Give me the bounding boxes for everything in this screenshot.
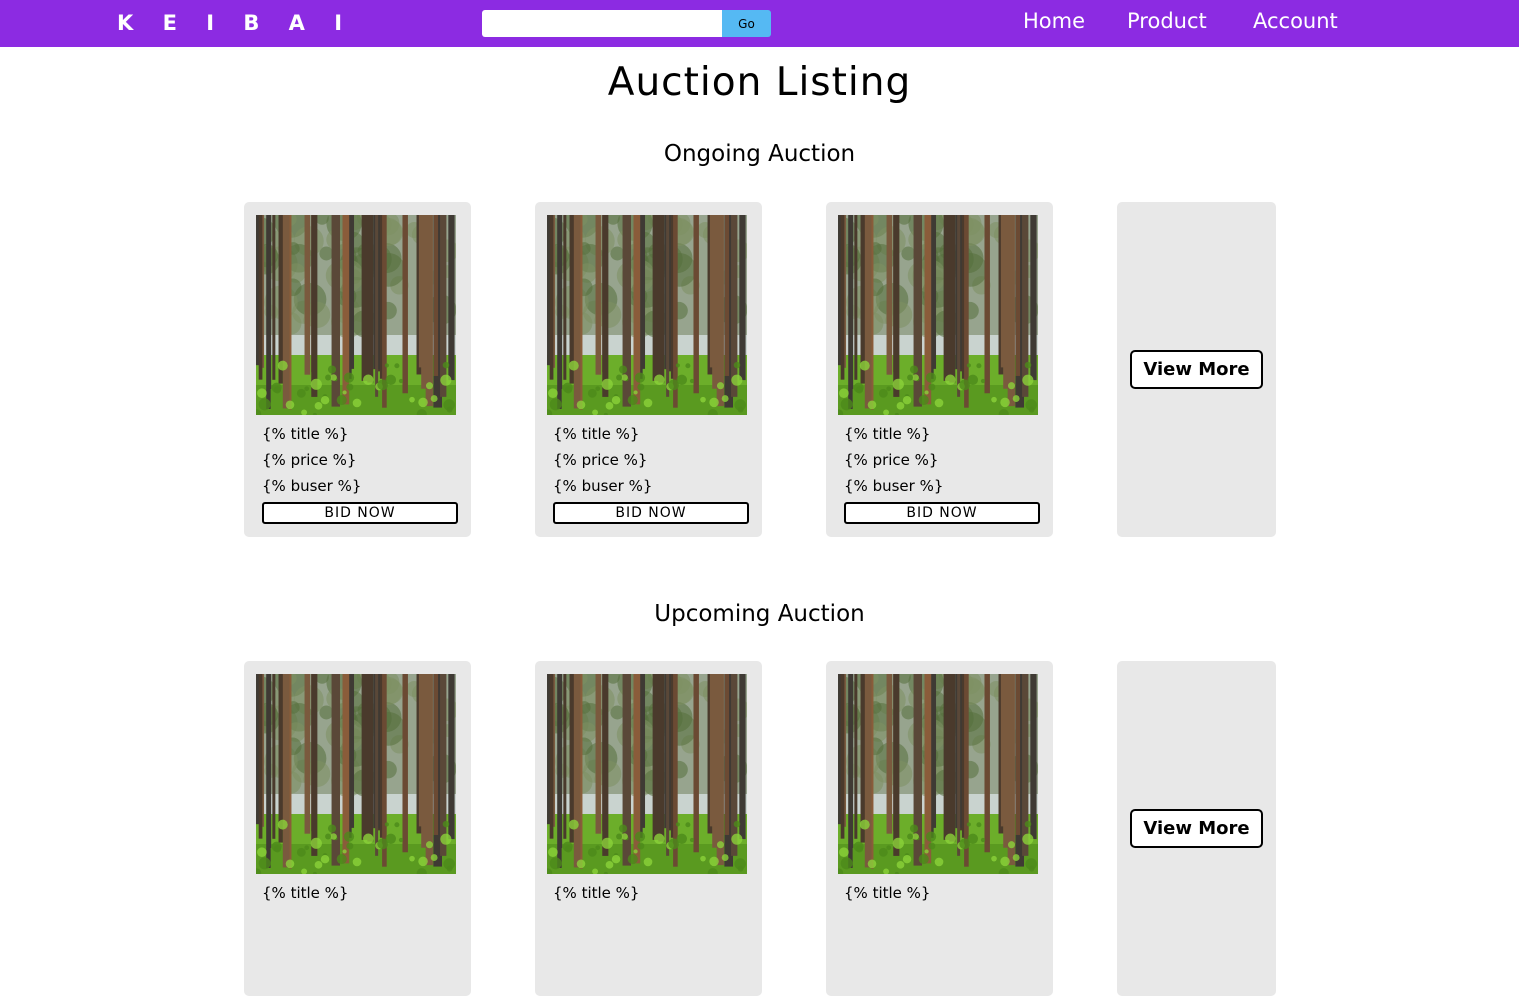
view-more-card: View More	[1117, 202, 1276, 537]
card-buser: {% buser %}	[262, 477, 362, 495]
forest-image[interactable]	[547, 674, 747, 874]
auction-card: {% title %} {% price %} {% buser %} BID …	[244, 202, 471, 537]
bid-now-button[interactable]: BID NOW	[553, 502, 749, 524]
forest-image[interactable]	[547, 215, 747, 415]
auction-card: {% title %}	[244, 661, 471, 996]
search-input[interactable]	[482, 10, 722, 37]
card-price: {% price %}	[844, 451, 939, 469]
search-go-button[interactable]: Go	[722, 10, 771, 37]
bid-now-button[interactable]: BID NOW	[844, 502, 1040, 524]
card-price: {% price %}	[553, 451, 648, 469]
navbar: K E I B A I Go Home Product Account	[0, 0, 1519, 47]
card-buser: {% buser %}	[553, 477, 653, 495]
card-title: {% title %}	[844, 884, 931, 902]
auction-card: {% title %} {% price %} {% buser %} BID …	[535, 202, 762, 537]
card-title: {% title %}	[844, 425, 931, 443]
auction-card: {% title %}	[826, 661, 1053, 996]
forest-image[interactable]	[838, 215, 1038, 415]
page-title: Auction Listing	[607, 60, 912, 105]
brand-logo[interactable]: K E I B A I	[117, 11, 353, 35]
card-buser: {% buser %}	[844, 477, 944, 495]
view-more-button[interactable]: View More	[1130, 809, 1263, 848]
nav-link-account[interactable]: Account	[1253, 9, 1338, 33]
section-title-upcoming: Upcoming Auction	[654, 601, 865, 627]
nav-link-product[interactable]: Product	[1127, 9, 1207, 33]
card-title: {% title %}	[553, 884, 640, 902]
nav-link-home[interactable]: Home	[1023, 9, 1085, 33]
forest-image[interactable]	[256, 674, 456, 874]
bid-now-button[interactable]: BID NOW	[262, 502, 458, 524]
card-title: {% title %}	[553, 425, 640, 443]
card-price: {% price %}	[262, 451, 357, 469]
view-more-button[interactable]: View More	[1130, 350, 1263, 389]
auction-card: {% title %}	[535, 661, 762, 996]
forest-image[interactable]	[838, 674, 1038, 874]
card-title: {% title %}	[262, 884, 349, 902]
section-title-ongoing: Ongoing Auction	[663, 141, 856, 167]
forest-image[interactable]	[256, 215, 456, 415]
card-title: {% title %}	[262, 425, 349, 443]
view-more-card: View More	[1117, 661, 1276, 996]
auction-card: {% title %} {% price %} {% buser %} BID …	[826, 202, 1053, 537]
